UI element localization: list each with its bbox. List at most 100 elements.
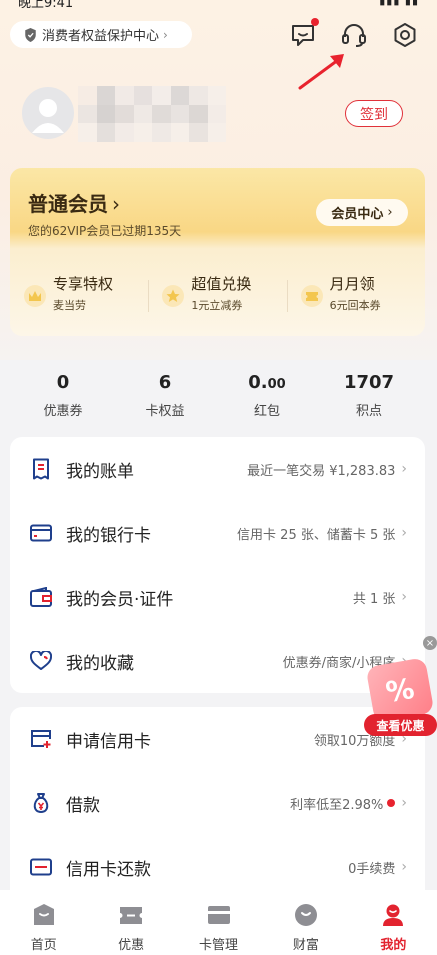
tab-label: 首页 — [30, 938, 57, 953]
chevron-right-icon: › — [387, 205, 393, 220]
home-icon — [33, 904, 54, 925]
heart-icon — [30, 650, 52, 672]
perk-item[interactable]: 月月领 6元回本券 — [286, 264, 425, 336]
perk-title: 超值兑换 — [191, 275, 252, 293]
discount-icon — [120, 907, 143, 924]
settings-button[interactable] — [390, 20, 420, 50]
perk-item[interactable]: 专享特权 麦当劳 — [10, 264, 148, 336]
card-manage-icon — [207, 906, 230, 924]
username-blurred — [78, 86, 226, 142]
notification-dot — [387, 799, 396, 807]
list-item-favorites[interactable]: 我的收藏 优惠券/商家/小程序› — [10, 629, 425, 693]
stat-card-benefits[interactable]: 6 卡权益 — [114, 372, 216, 422]
list-item-detail: 利率低至2.98% — [290, 797, 384, 813]
shield-icon — [25, 27, 36, 42]
tab-mine[interactable]: 我的 — [350, 890, 437, 955]
list-item-label: 我的账单 — [66, 461, 134, 482]
bottom-tab-bar: 首页 优惠 卡管理 财富 我的 — [0, 890, 437, 955]
protection-center-button[interactable]: 消费者权益保护中心 › — [10, 21, 192, 48]
list-item-label: 申请信用卡 — [66, 731, 151, 752]
tab-home[interactable]: 首页 — [0, 890, 87, 955]
list-item-label: 我的会员·证件 — [66, 589, 174, 610]
tab-discounts[interactable]: 优惠 — [87, 890, 174, 955]
close-icon[interactable]: × — [423, 636, 437, 650]
stat-value: 1707 — [343, 372, 395, 393]
tab-wealth[interactable]: 财富 — [262, 890, 349, 955]
protection-center-label: 消费者权益保护中心 — [42, 29, 160, 44]
notification-dot — [311, 18, 319, 26]
stat-label: 优惠券 — [43, 404, 83, 419]
stat-label: 卡权益 — [145, 404, 185, 419]
chevron-right-icon: › — [401, 589, 407, 605]
perk-subtitle: 1元立减券 — [191, 299, 243, 312]
crown-icon — [24, 285, 46, 307]
member-title-link[interactable]: 普通会员 › — [28, 188, 120, 217]
repay-card-icon — [30, 856, 52, 878]
list-item-loan[interactable]: 借款 利率低至2.98% › — [10, 771, 425, 835]
perk-subtitle: 6元回本券 — [329, 299, 381, 312]
tab-label: 优惠 — [118, 938, 145, 953]
promo-label: 查看优惠 — [364, 714, 437, 736]
list-item-detail: 共 1 张 — [352, 591, 396, 607]
sign-in-button[interactable]: 签到 — [345, 100, 403, 127]
chevron-right-icon: › — [401, 795, 407, 811]
chevron-right-icon: › — [401, 525, 407, 541]
member-center-button[interactable]: 会员中心 › — [316, 199, 408, 226]
chevron-right-icon: › — [112, 192, 120, 216]
stat-label: 红包 — [253, 404, 280, 419]
list-item-detail: 信用卡 25 张、储蓄卡 5 张 — [237, 527, 396, 543]
list-item-repayment[interactable]: 信用卡还款 0手续费 › — [10, 835, 425, 890]
list-item-memberships[interactable]: 我的会员·证件 共 1 张 › — [10, 565, 425, 629]
chevron-right-icon: › — [401, 461, 407, 477]
user-placeholder-icon — [32, 99, 64, 133]
tab-card-manage[interactable]: 卡管理 — [175, 890, 262, 955]
list-item-label: 我的银行卡 — [66, 525, 151, 546]
stats-bar: 0 优惠券 6 卡权益 0.00 红包 1707 积点 — [0, 372, 437, 422]
tab-label: 卡管理 — [199, 938, 239, 953]
bill-icon — [30, 458, 52, 480]
message-button[interactable] — [288, 18, 319, 50]
ticket-icon — [300, 285, 323, 307]
perk-subtitle: 麦当劳 — [53, 299, 86, 312]
chevron-right-icon: › — [401, 859, 407, 875]
list-item-bills[interactable]: 我的账单 最近一笔交易 ¥1,283.83 › — [10, 437, 425, 501]
list-item-detail: 最近一笔交易 ¥1,283.83 — [247, 463, 396, 479]
customer-service-button[interactable] — [339, 20, 369, 50]
list-item-label: 信用卡还款 — [66, 859, 151, 880]
tab-label: 财富 — [292, 938, 319, 953]
list-item-apply-card[interactable]: 申请信用卡 领取10万额度 › — [10, 707, 425, 771]
list-item-label: 我的收藏 — [66, 653, 134, 674]
add-card-icon — [30, 728, 52, 750]
signal-icon: ▮▮▮ ▮▮ — [379, 0, 419, 7]
member-card: 普通会员 › 您的62VIP会员已过期135天 会员中心 › 专享特权 麦当劳 超值… — [10, 168, 425, 336]
avatar[interactable] — [22, 87, 74, 139]
star-icon — [162, 285, 185, 307]
member-center-label: 会员中心 — [331, 207, 384, 222]
status-time: 晚上9:41 — [18, 0, 74, 8]
chevron-right-icon: › — [163, 27, 168, 42]
annotation-arrow-icon — [298, 54, 344, 90]
wealth-icon — [294, 904, 317, 926]
perk-item[interactable]: 超值兑换 1元立减券 — [148, 264, 286, 336]
list-item-label: 借款 — [66, 795, 100, 816]
gear-icon — [394, 23, 416, 47]
tab-label: 我的 — [380, 938, 407, 953]
card-icon — [30, 522, 52, 544]
list-item-bank-cards[interactable]: 我的银行卡 信用卡 25 张、储蓄卡 5 张 › — [10, 501, 425, 565]
stat-red-packet[interactable]: 0.00 红包 — [216, 372, 318, 422]
stat-points[interactable]: 1707 积点 — [318, 372, 420, 422]
stat-value: 0 — [56, 372, 70, 393]
member-perks: 专享特权 麦当劳 超值兑换 1元立减券 月月领 6元回本券 — [10, 264, 425, 336]
stat-coupons[interactable]: 0 优惠券 — [12, 372, 114, 422]
stat-value-decimal: 00 — [267, 377, 286, 392]
promo-floating-badge[interactable]: × % 查看优惠 — [364, 636, 437, 736]
stat-value: 6 — [158, 372, 172, 393]
perk-title: 专享特权 — [53, 275, 114, 293]
service-panel: 申请信用卡 领取10万额度 › 借款 利率低至2.98% › 信用卡还款 0手续费 › — [10, 707, 425, 890]
perk-title: 月月领 — [329, 275, 375, 293]
stat-value-main: 0. — [248, 372, 268, 393]
headset-icon — [342, 24, 366, 47]
stat-value: 0.00 — [216, 372, 318, 396]
status-bar: 晚上9:41 ▮▮▮ ▮▮ — [0, 0, 437, 8]
profile-icon — [383, 904, 404, 926]
